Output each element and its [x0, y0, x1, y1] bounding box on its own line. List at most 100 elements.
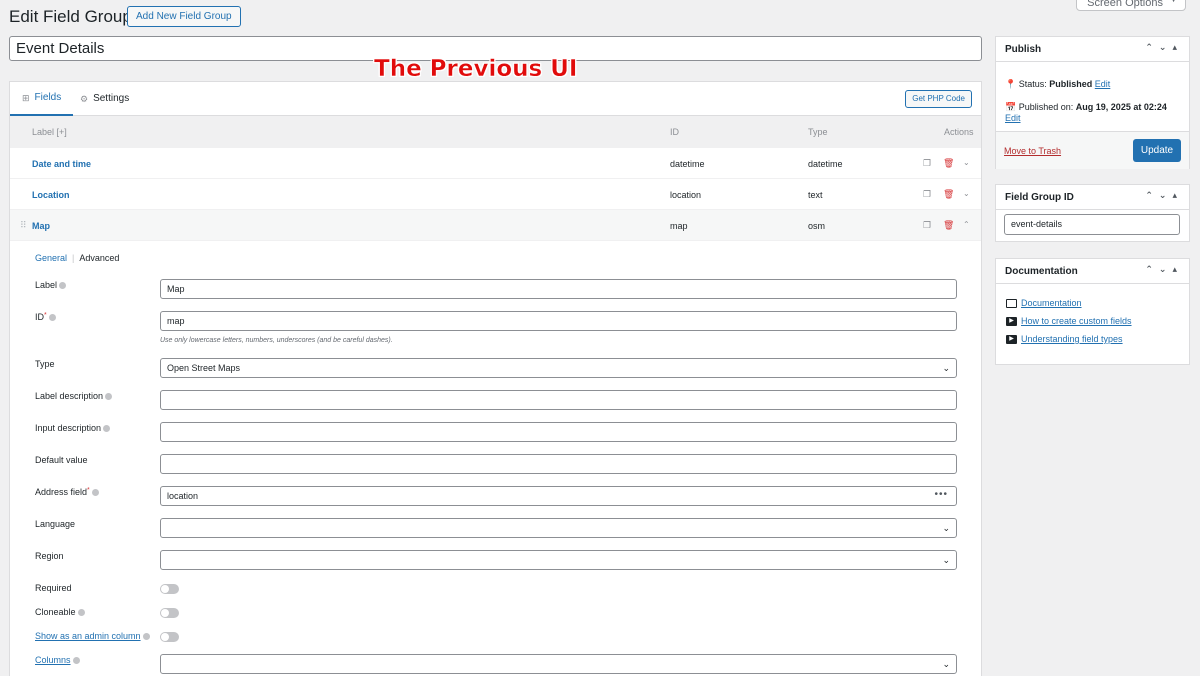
help-icon[interactable]	[72, 657, 80, 665]
trash-icon[interactable]: 🗑	[943, 158, 954, 169]
type-field-title: Type	[35, 359, 55, 369]
cloneable-text: Cloneable	[35, 607, 76, 617]
address-field-text: Address field	[35, 487, 88, 497]
table-row[interactable]: Date and time datetime datetime ❐ 🗑 ⌄	[10, 148, 981, 179]
toggle-arrow-icon[interactable]: ▴	[1172, 190, 1183, 200]
input-description-title: Input description	[35, 423, 111, 433]
label-description-input[interactable]	[160, 390, 957, 410]
chevron-up-icon[interactable]: ⌃	[963, 220, 970, 229]
trash-icon[interactable]: 🗑	[943, 189, 954, 200]
required-mark: *	[44, 312, 47, 319]
label-description-title: Label description	[35, 391, 113, 401]
field-group-id-input[interactable]: event-details	[1004, 214, 1180, 235]
doc-link-label[interactable]: How to create custom fields	[1021, 316, 1132, 326]
table-row[interactable]: Location location text ❐ 🗑 ⌄	[10, 179, 981, 210]
default-value-title: Default value	[35, 455, 88, 465]
update-button[interactable]: Update	[1133, 139, 1181, 162]
help-icon[interactable]	[103, 425, 111, 433]
screen-options-button[interactable]: Screen Options ▼	[1076, 0, 1186, 11]
toggle-arrow-icon[interactable]: ▴	[1172, 42, 1183, 52]
more-options-icon[interactable]: •••	[934, 486, 948, 504]
help-icon[interactable]	[48, 314, 56, 322]
drag-handle-icon[interactable]: ⠿	[20, 220, 27, 231]
chevron-down-icon[interactable]: ⌄	[963, 158, 970, 167]
chevron-up-icon[interactable]: ⌃	[1145, 264, 1159, 274]
move-to-trash-link[interactable]: Move to Trash	[1004, 146, 1061, 156]
help-icon[interactable]	[142, 633, 150, 641]
columns-select[interactable]: ⌄	[160, 654, 957, 674]
region-title: Region	[35, 551, 64, 561]
subtab-general[interactable]: General	[35, 253, 67, 263]
header-label[interactable]: Label [+]	[32, 127, 67, 137]
help-icon[interactable]	[77, 609, 85, 617]
get-php-code-button[interactable]: Get PHP Code	[905, 90, 972, 108]
doc-link-custom-fields[interactable]: ▶ How to create custom fields	[1006, 316, 1132, 326]
box-controls[interactable]: ⌃⌄▴	[1145, 42, 1183, 53]
field-label-link[interactable]: Date and time	[32, 159, 91, 169]
status-line: 📍 Status: Published Edit	[1005, 79, 1110, 90]
language-select[interactable]: ⌄	[160, 518, 957, 538]
header-label-expand[interactable]: [+]	[57, 127, 67, 137]
toggle-arrow-icon[interactable]: ▴	[1172, 264, 1183, 274]
add-new-field-group-button[interactable]: Add New Field Group	[127, 6, 241, 27]
help-icon[interactable]	[59, 282, 67, 290]
duplicate-icon[interactable]: ❐	[923, 189, 931, 200]
address-field-input[interactable]: location •••	[160, 486, 957, 506]
help-icon[interactable]	[105, 393, 113, 401]
field-label-link[interactable]: Location	[32, 190, 70, 200]
status-value: Published	[1049, 79, 1093, 89]
duplicate-icon[interactable]: ❐	[923, 220, 931, 231]
chevron-down-icon[interactable]: ⌄	[1159, 190, 1173, 200]
field-label-link[interactable]: Map	[32, 221, 50, 231]
chevron-down-icon[interactable]: ⌄	[963, 189, 970, 198]
chevron-down-icon[interactable]: ⌄	[1159, 264, 1173, 274]
id-field-title: ID*	[35, 312, 56, 322]
status-edit-link[interactable]: Edit	[1095, 79, 1111, 89]
chevron-up-icon[interactable]: ⌃	[1145, 42, 1159, 52]
cloneable-toggle[interactable]	[160, 608, 179, 618]
page-title: Edit Field Group	[9, 7, 132, 26]
tab-settings-label: Settings	[93, 93, 130, 104]
duplicate-icon[interactable]: ❐	[923, 158, 931, 169]
input-description-input[interactable]	[160, 422, 957, 442]
doc-link-label[interactable]: Documentation	[1021, 298, 1082, 308]
box-controls[interactable]: ⌃⌄▴	[1145, 190, 1183, 201]
chevron-down-icon[interactable]: ⌄	[1159, 42, 1173, 52]
field-id: location	[670, 190, 702, 200]
header-type: Type	[808, 127, 828, 137]
publish-actions: Move to Trash Update	[996, 131, 1189, 169]
pin-icon: 📍	[1005, 79, 1017, 89]
trash-icon[interactable]: 🗑	[943, 220, 954, 231]
header-id: ID	[670, 127, 679, 137]
chevron-up-icon[interactable]: ⌃	[1145, 190, 1159, 200]
id-hint: Use only lowercase letters, numbers, und…	[160, 337, 393, 344]
video-icon: ▶	[1006, 316, 1017, 326]
field-settings-subtabs: General | Advanced	[35, 253, 119, 263]
chevron-down-icon: ⌄	[942, 363, 950, 373]
subtab-advanced[interactable]: Advanced	[79, 253, 119, 263]
field-id: map	[670, 221, 688, 231]
tab-fields[interactable]: ⊞ Fields	[10, 82, 74, 116]
published-edit-link[interactable]: Edit	[1005, 113, 1021, 123]
default-value-input[interactable]	[160, 454, 957, 474]
help-icon[interactable]	[91, 489, 99, 497]
label-input[interactable]: Map	[160, 279, 957, 299]
field-group-id-header: Field Group ID ⌃⌄▴	[996, 185, 1189, 210]
admin-column-toggle[interactable]	[160, 632, 179, 642]
doc-link-label[interactable]: Understanding field types	[1021, 334, 1123, 344]
language-title: Language	[35, 519, 76, 529]
type-select[interactable]: Open Street Maps ⌄	[160, 358, 957, 378]
published-value: Aug 19, 2025 at 02:24	[1075, 102, 1167, 112]
box-controls[interactable]: ⌃⌄▴	[1145, 264, 1183, 275]
doc-link-documentation[interactable]: Documentation	[1006, 298, 1082, 308]
required-toggle[interactable]	[160, 584, 179, 594]
region-select[interactable]: ⌄	[160, 550, 957, 570]
admin-column-title: Show as an admin column	[35, 631, 150, 641]
grid-icon: ⊞	[22, 93, 30, 103]
chevron-down-icon: ⌄	[942, 659, 950, 669]
tab-settings[interactable]: ⚙ Settings	[68, 82, 141, 116]
table-row-expanded[interactable]: ⠿ Map map osm ❐ 🗑 ⌃	[10, 210, 981, 241]
columns-text: Columns	[35, 655, 71, 665]
doc-link-field-types[interactable]: ▶ Understanding field types	[1006, 334, 1123, 344]
id-input[interactable]: map	[160, 311, 957, 331]
